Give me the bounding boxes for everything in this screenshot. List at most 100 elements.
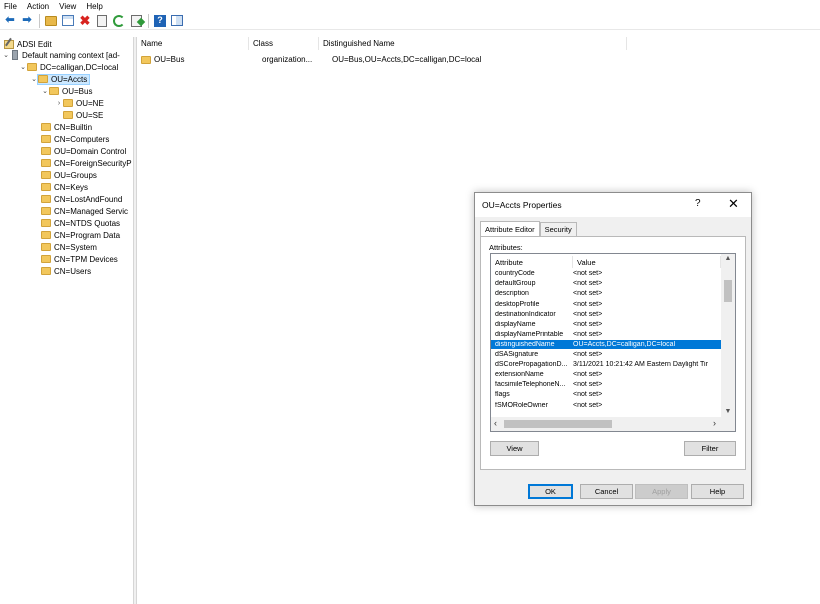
attribute-name: fSMORoleOwner [495,401,548,409]
dialog-tabs: Attribute Editor Security [480,221,577,236]
list-item[interactable]: OU=Bus organization... OU=Bus,OU=Accts,D… [141,54,481,65]
tree-node-container[interactable]: CN=Computers [41,134,109,144]
tree-node-label: OU=Accts [51,74,88,84]
menu-view[interactable]: View [59,2,76,11]
action-pane-icon[interactable] [170,14,184,28]
attribute-row[interactable]: fSMORoleOwner <not set> [491,400,722,410]
attribute-row[interactable]: dSCorePropagationD... 3/11/2021 10:21:42 … [491,360,722,370]
attribute-value: 3/11/2021 10:21:42 AM Eastern Daylight T… [573,361,708,369]
tree-node-container[interactable]: CN=TPM Devices [41,254,118,264]
attribute-row[interactable]: displayName <not set> [491,320,722,330]
help-button[interactable]: Help [691,484,744,499]
scroll-up-icon[interactable]: ▲ [721,255,735,265]
attribute-row[interactable]: displayNamePrintable <not set> [491,330,722,340]
tree-node-ou-se[interactable]: OU=SE [63,110,103,120]
tree-node-label: CN=ForeignSecurityP [54,158,132,168]
attribute-row[interactable]: countryCode <not set> [491,269,722,279]
tree-node-container[interactable]: CN=Keys [41,182,88,192]
chevron-right-icon[interactable]: › [55,100,63,107]
attribute-row[interactable]: dSASignature <not set> [491,350,722,360]
attribute-row[interactable]: extensionName <not set> [491,370,722,380]
column-header-class[interactable]: Class [249,37,319,50]
tab-attribute-editor[interactable]: Attribute Editor [480,221,540,236]
chevron-down-icon[interactable]: ⌄ [30,75,38,83]
attribute-row[interactable]: desktopProfile <not set> [491,299,722,309]
attribute-row[interactable]: distinguishedName OU=Accts,DC=calligan,DC… [491,339,722,350]
ok-button[interactable]: OK [528,484,573,499]
help-question-icon[interactable]: ? [695,198,701,209]
attribute-value: <not set> [573,351,603,359]
tree-node-ou-accts[interactable]: ⌄ OU=Accts [30,73,91,85]
tree-node-selection: OU=Accts [36,73,91,85]
delete-icon[interactable]: ✖ [78,14,92,28]
chevron-down-icon[interactable]: ⌄ [2,51,10,59]
export-list-icon[interactable] [129,14,143,28]
menu-file[interactable]: File [4,2,17,11]
refresh-icon[interactable] [112,14,126,28]
attribute-name: countryCode [495,270,535,278]
forward-arrow-icon[interactable]: ➡ [20,14,34,28]
tab-security[interactable]: Security [539,222,577,236]
column-header-attribute[interactable]: Attribute [491,256,573,268]
column-header-value[interactable]: Value [573,256,721,268]
horizontal-scroll-thumb[interactable] [504,420,612,428]
menu-help[interactable]: Help [86,2,102,11]
tree-node-container[interactable]: CN=NTDS Quotas [41,218,120,228]
tree-node-label: CN=Managed Servic [54,206,129,216]
tree-node-container[interactable]: CN=Builtin [41,122,92,132]
menu-action[interactable]: Action [27,2,49,11]
cancel-button[interactable]: Cancel [580,484,633,499]
vertical-scrollbar[interactable]: ▲ ▼ [721,254,735,418]
attribute-row[interactable]: facsimileTelephoneN... <not set> [491,380,722,390]
tree-node-adsi-edit[interactable]: ADSI Edit [4,39,52,49]
tree-node-container[interactable]: CN=Managed Servic [41,206,128,216]
attributes-list[interactable]: Attribute Value countryCode <not set> defa… [490,253,736,432]
attribute-name: distinguishedName [495,340,555,348]
column-header-distinguished-name[interactable]: Distinguished Name [319,37,627,50]
back-arrow-icon[interactable]: ⬅ [3,14,17,28]
tree-node-container[interactable]: CN=LostAndFound [41,194,122,204]
tree-node-label: Default naming context [ad- [22,50,120,60]
tree-node-default-naming-context[interactable]: ⌄ Default naming context [ad- [2,50,120,60]
attribute-row[interactable]: description <not set> [491,289,722,299]
attribute-name: dSCorePropagationD... [495,361,568,369]
properties-icon[interactable] [95,14,109,28]
tree-node-container[interactable]: CN=ForeignSecurityP [41,158,132,168]
attribute-value: <not set> [573,330,603,338]
folder-icon [41,231,51,239]
column-header-name[interactable]: Name [137,37,249,50]
dialog-title-bar[interactable]: OU=Accts Properties [475,193,751,217]
folder-icon [63,99,73,107]
chevron-down-icon[interactable]: ⌄ [41,87,49,95]
view-button[interactable]: View [490,441,539,456]
vertical-scroll-thumb[interactable] [724,280,732,302]
attribute-row[interactable]: flags <not set> [491,390,722,400]
chevron-down-icon[interactable]: ⌄ [19,63,27,71]
folder-icon [41,171,51,179]
scroll-right-icon[interactable]: › [713,418,716,428]
apply-button[interactable]: Apply [635,484,688,499]
tree-node-ou-bus[interactable]: ⌄ OU=Bus [41,86,92,96]
attribute-name: dSASignature [495,351,539,359]
tree-node-label: CN=System [54,242,97,252]
tree-node-container[interactable]: OU=Groups [41,170,97,180]
attribute-name: desktopProfile [495,300,540,308]
attribute-row[interactable]: destinationIndicator <not set> [491,309,722,319]
show-hide-tree-icon[interactable] [61,14,75,28]
scroll-left-icon[interactable]: ‹ [494,418,497,428]
horizontal-scrollbar[interactable]: ‹ › [491,417,735,431]
tree-node-container[interactable]: CN=Users [41,266,91,276]
tree-node-domain[interactable]: ⌄ DC=calligan,DC=local [19,62,118,72]
console-tree[interactable]: ADSI Edit ⌄ Default naming context [ad- … [0,37,134,604]
tree-node-container[interactable]: CN=System [41,242,97,252]
help-icon[interactable]: ? [153,14,167,28]
tree-node-container[interactable]: OU=Domain Control [41,146,126,156]
attribute-value: <not set> [573,300,603,308]
attribute-row[interactable]: defaultGroup <not set> [491,279,722,289]
up-folder-icon[interactable] [44,14,58,28]
close-icon[interactable]: ✕ [728,196,739,212]
folder-icon [141,55,151,64]
filter-button[interactable]: Filter [684,441,736,456]
tree-node-container[interactable]: CN=Program Data [41,230,120,240]
tree-node-ou-ne[interactable]: › OU=NE [55,98,104,108]
